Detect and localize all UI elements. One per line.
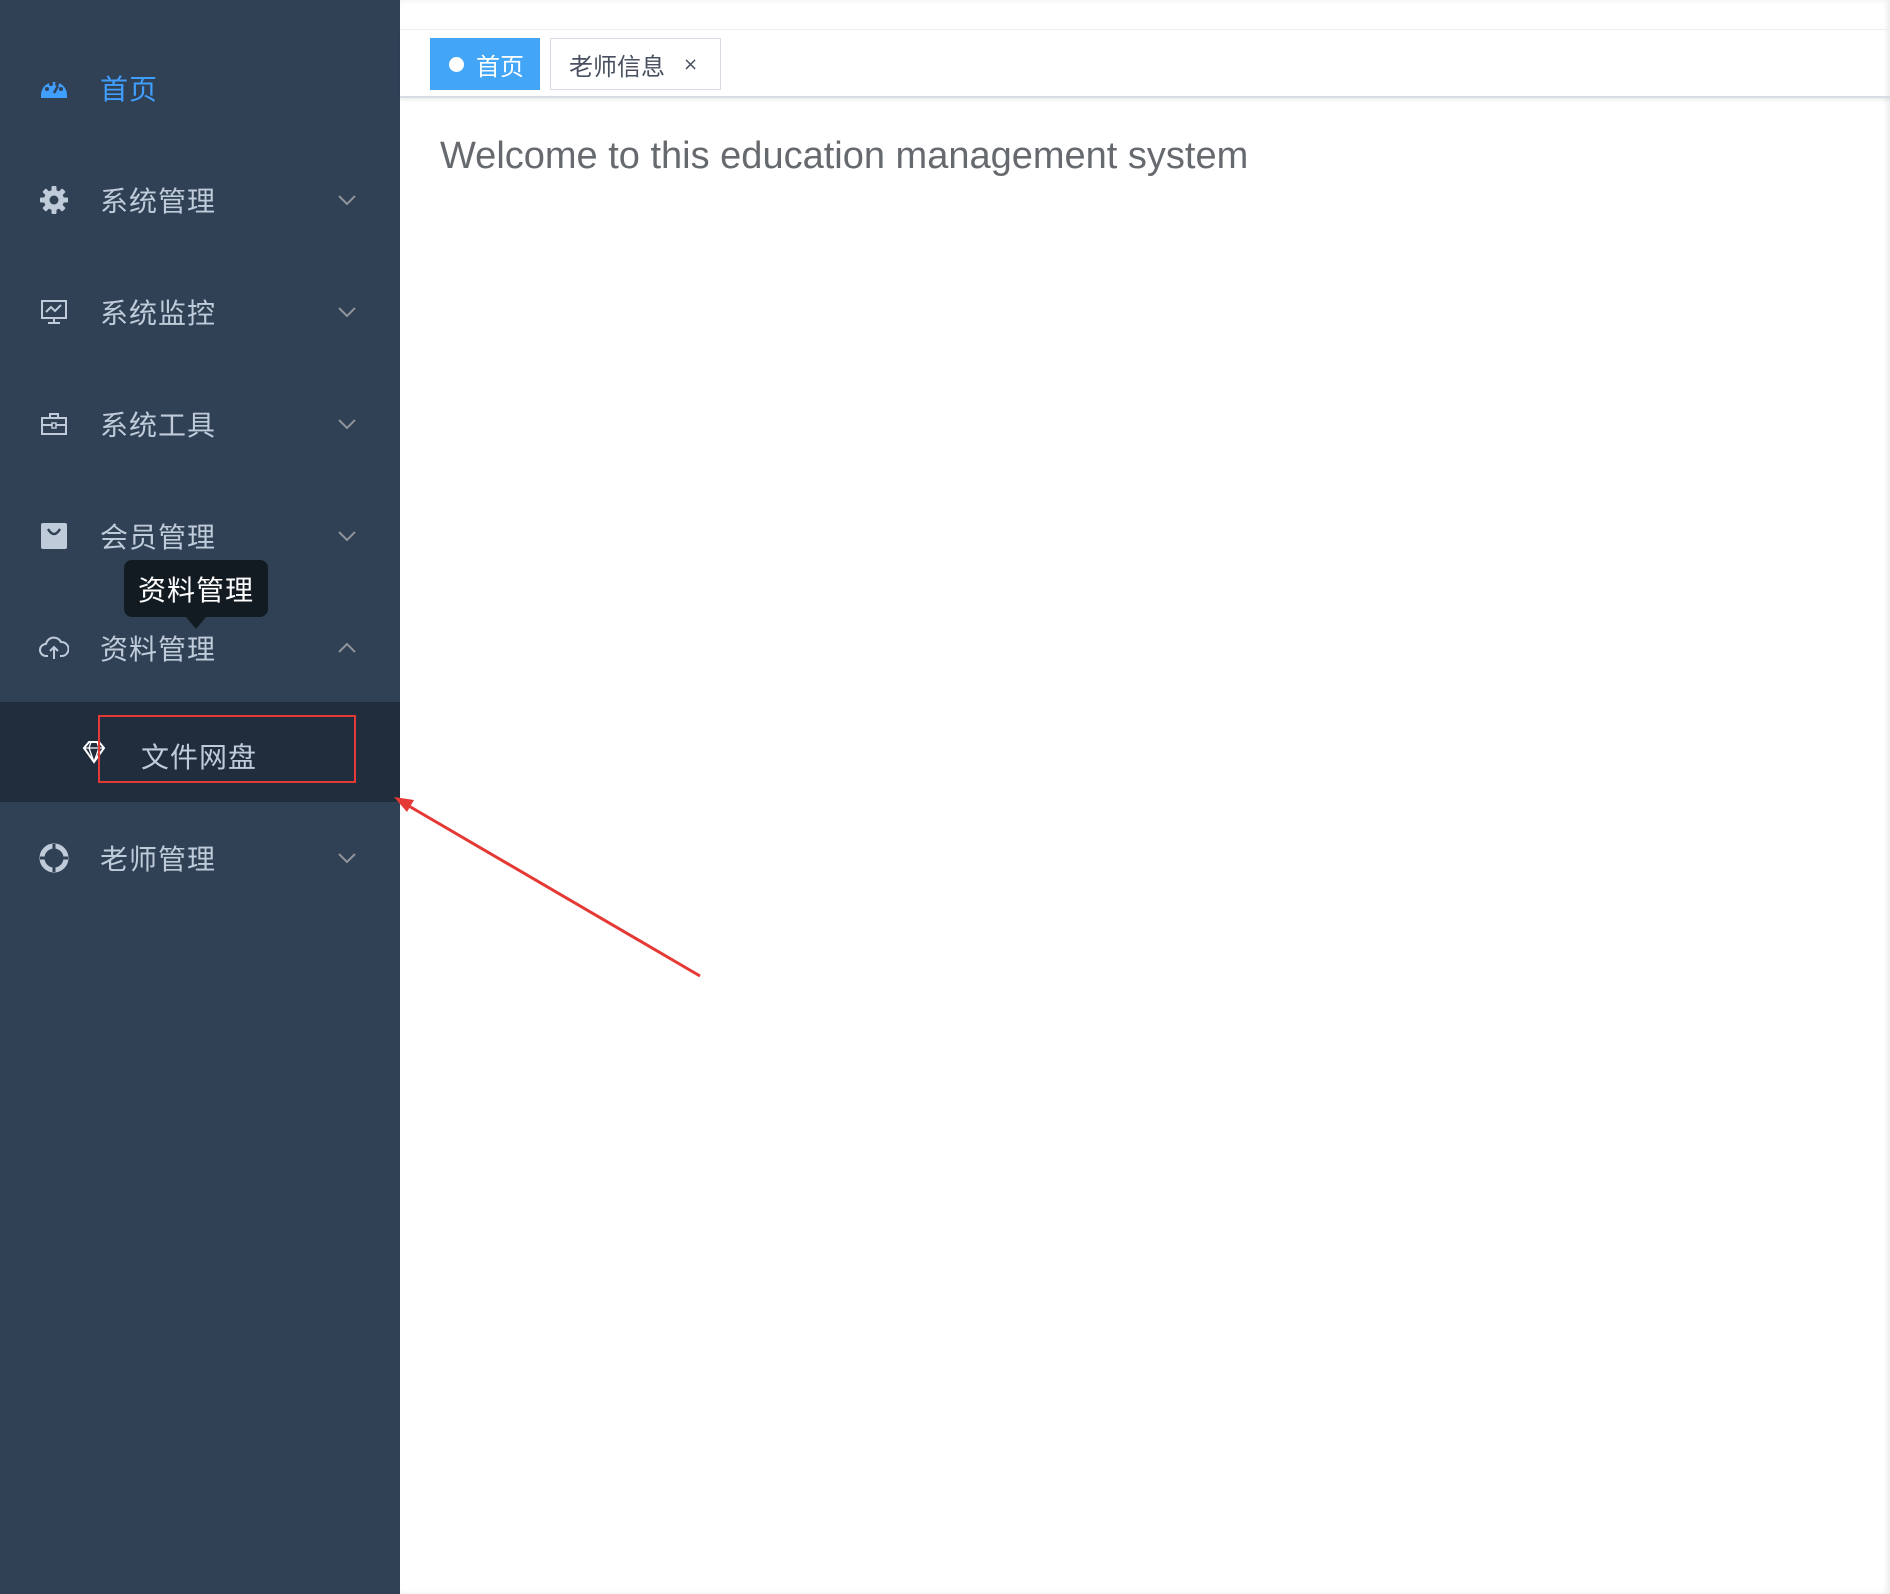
cloud-upload-icon bbox=[38, 632, 70, 664]
chevron-down-icon bbox=[334, 187, 360, 213]
chevron-up-icon bbox=[334, 635, 360, 661]
chevron-down-icon bbox=[334, 845, 360, 871]
sidebar-item-system-tools[interactable]: 系统工具 bbox=[0, 368, 400, 480]
shopping-bag-icon bbox=[38, 520, 70, 552]
navbar bbox=[400, 0, 1890, 30]
sidebar-item-system-monitor[interactable]: 系统监控 bbox=[0, 256, 400, 368]
tags-view-bar: 首页 老师信息 × bbox=[400, 30, 1890, 98]
lifebuoy-icon bbox=[38, 842, 70, 874]
chevron-down-icon bbox=[334, 299, 360, 325]
sidebar-item-label: 会员管理 bbox=[100, 521, 217, 554]
tooltip: 资料管理 bbox=[124, 560, 268, 629]
welcome-text: Welcome to this education management sys… bbox=[440, 135, 1249, 177]
main-content: 首页 老师信息 × Welcome to this education mana… bbox=[400, 0, 1890, 1594]
sidebar-subitem-file-drive[interactable]: 文件网盘 bbox=[0, 702, 400, 802]
sidebar-item-label: 系统监控 bbox=[100, 297, 217, 330]
sidebar-subitem-label: 文件网盘 bbox=[141, 741, 258, 774]
sidebar-item-label: 首页 bbox=[100, 73, 159, 106]
chevron-down-icon bbox=[334, 523, 360, 549]
toolbox-icon bbox=[38, 408, 70, 440]
sidebar-item-system-management[interactable]: 系统管理 bbox=[0, 144, 400, 256]
tag-label: 老师信息 bbox=[569, 52, 665, 81]
sidebar-item-label: 老师管理 bbox=[100, 843, 217, 876]
dashboard-icon bbox=[38, 72, 70, 104]
tag-label: 首页 bbox=[476, 52, 524, 81]
app-root: 首页 系统管理 系统监控 系统工具 会员管理 资料管理 文件网盘 老师管理 资料… bbox=[0, 0, 1890, 1594]
sidebar-item-teacher-management[interactable]: 老师管理 bbox=[0, 802, 400, 914]
sidebar-item-label: 资料管理 bbox=[100, 633, 217, 666]
sidebar-item-label: 系统管理 bbox=[100, 185, 217, 218]
tag-teacher-info[interactable]: 老师信息 × bbox=[550, 38, 721, 90]
close-icon[interactable]: × bbox=[683, 54, 698, 75]
sidebar: 首页 系统管理 系统监控 系统工具 会员管理 资料管理 文件网盘 老师管理 资料… bbox=[0, 0, 400, 1594]
chevron-down-icon bbox=[334, 411, 360, 437]
diamond-icon bbox=[80, 738, 108, 766]
gear-icon bbox=[38, 184, 70, 216]
active-dot-icon bbox=[449, 56, 464, 72]
sidebar-item-label: 系统工具 bbox=[100, 409, 217, 442]
submenu-materials: 文件网盘 bbox=[0, 702, 400, 802]
sidebar-item-home[interactable]: 首页 bbox=[0, 32, 400, 144]
tag-home[interactable]: 首页 bbox=[430, 38, 540, 90]
monitor-icon bbox=[38, 296, 70, 328]
